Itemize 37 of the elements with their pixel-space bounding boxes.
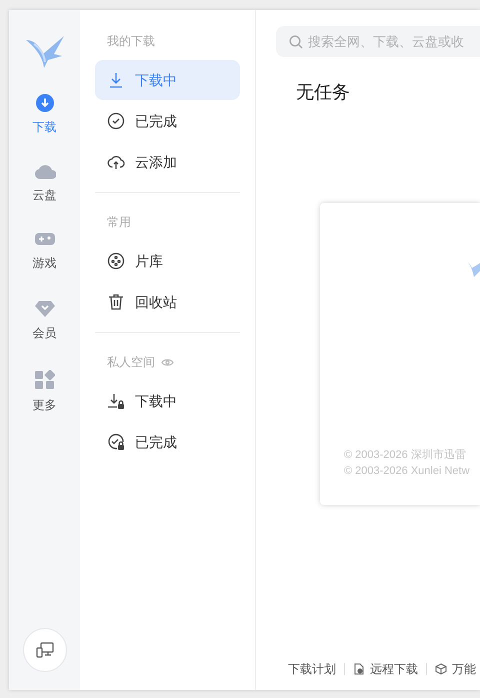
section-title: 我的下载	[107, 33, 155, 50]
diamond-icon	[34, 300, 54, 318]
cloud-upload-icon	[107, 153, 125, 171]
nav-item[interactable]: 已完成	[95, 422, 240, 462]
remote-file-icon	[353, 663, 365, 675]
nav-item[interactable]: 下载中	[95, 381, 240, 421]
locked-check-icon	[107, 433, 125, 451]
section-title: 常用	[107, 214, 131, 231]
check-circle-icon	[107, 112, 125, 130]
devices-button[interactable]	[22, 628, 66, 672]
nav-item[interactable]: 回收站	[95, 282, 240, 322]
download-icon	[36, 94, 54, 112]
rail-tab[interactable]: 会员	[32, 300, 56, 342]
film-reel-icon	[107, 252, 125, 270]
cube-icon	[435, 663, 447, 675]
gamepad-icon	[34, 232, 56, 248]
copyright-text: © 2003-2026 Xunlei Netw	[344, 464, 471, 479]
footer-link[interactable]: 万能	[435, 660, 476, 678]
copyright-text: © 2003-2026 深圳市迅雷	[344, 448, 467, 463]
locked-download-icon	[107, 392, 125, 410]
search-icon	[289, 35, 303, 49]
footer-link[interactable]: 下载计划	[288, 660, 336, 678]
apps-icon	[34, 370, 54, 390]
footer-link[interactable]: 远程下载	[353, 660, 418, 678]
search-field[interactable]: 搜索全网、下载、云盘或收	[276, 26, 480, 57]
download-icon	[107, 71, 125, 89]
section-title: 私人空间	[107, 354, 155, 371]
page-heading: 无任务	[296, 81, 351, 104]
nav-item[interactable]: 已完成	[95, 101, 240, 141]
trash-icon	[107, 293, 125, 311]
devices-icon	[36, 641, 54, 659]
nav-item[interactable]: 片库	[95, 241, 240, 281]
nav-item[interactable]: 云添加	[95, 142, 240, 182]
rail-tab[interactable]: 更多	[32, 370, 56, 414]
rail-tab[interactable]: 云盘	[32, 164, 56, 204]
cloud-icon	[34, 164, 56, 180]
rail-tab[interactable]: 游戏	[32, 232, 56, 272]
